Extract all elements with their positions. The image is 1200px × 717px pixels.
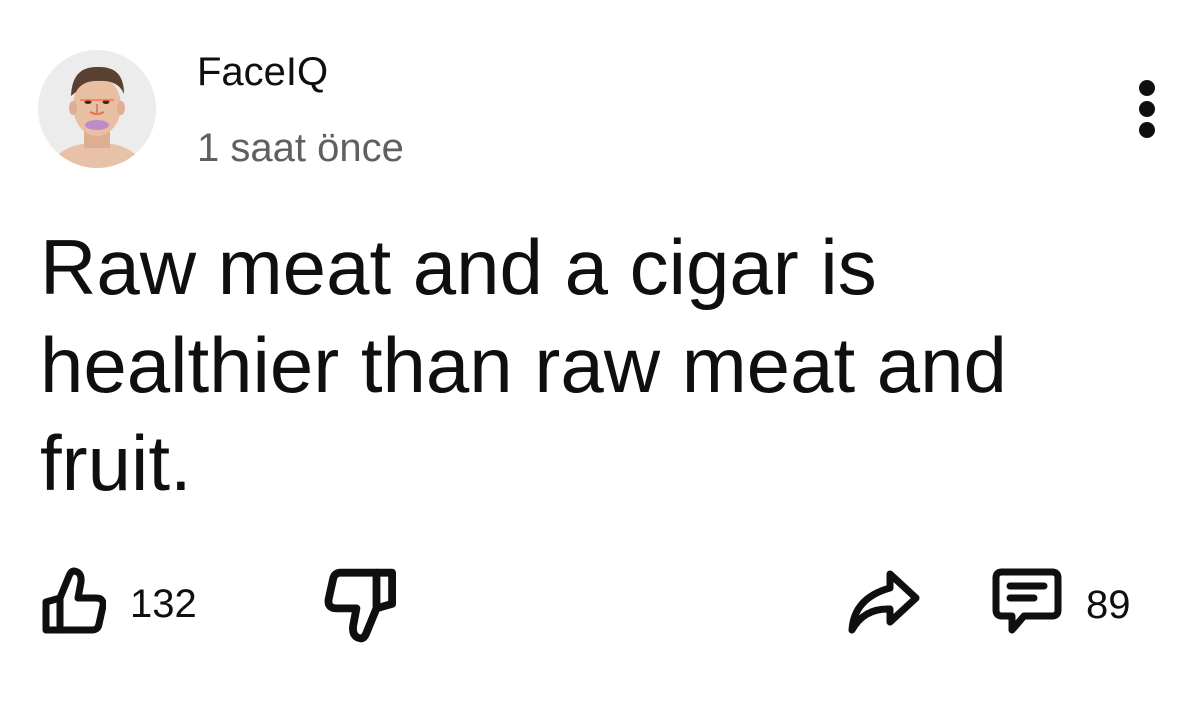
thumbs-up-icon [40,566,107,641]
community-post: FaceIQ 1 saat önce Raw meat and a cigar … [0,0,1200,717]
share-arrow-icon [846,568,922,641]
more-options-button[interactable] [1126,74,1170,144]
dislike-button[interactable] [324,566,400,649]
comment-bubble-icon [990,566,1064,643]
author-name[interactable]: FaceIQ [197,46,328,98]
like-count: 132 [130,581,197,626]
post-text: Raw meat and a cigar is healthier than r… [40,223,1007,507]
like-button[interactable]: 132 [40,566,197,641]
avatar-image [38,50,156,168]
more-vertical-icon [1139,80,1155,96]
more-vertical-icon-dot [1139,122,1155,138]
post-timestamp: 1 saat önce [197,126,404,170]
comments-button[interactable]: 89 [990,566,1131,643]
thumbs-down-icon [324,566,400,649]
avatar[interactable] [38,50,156,168]
share-button[interactable] [846,568,922,641]
more-vertical-icon-dot [1139,101,1155,117]
comment-count: 89 [1086,582,1131,627]
